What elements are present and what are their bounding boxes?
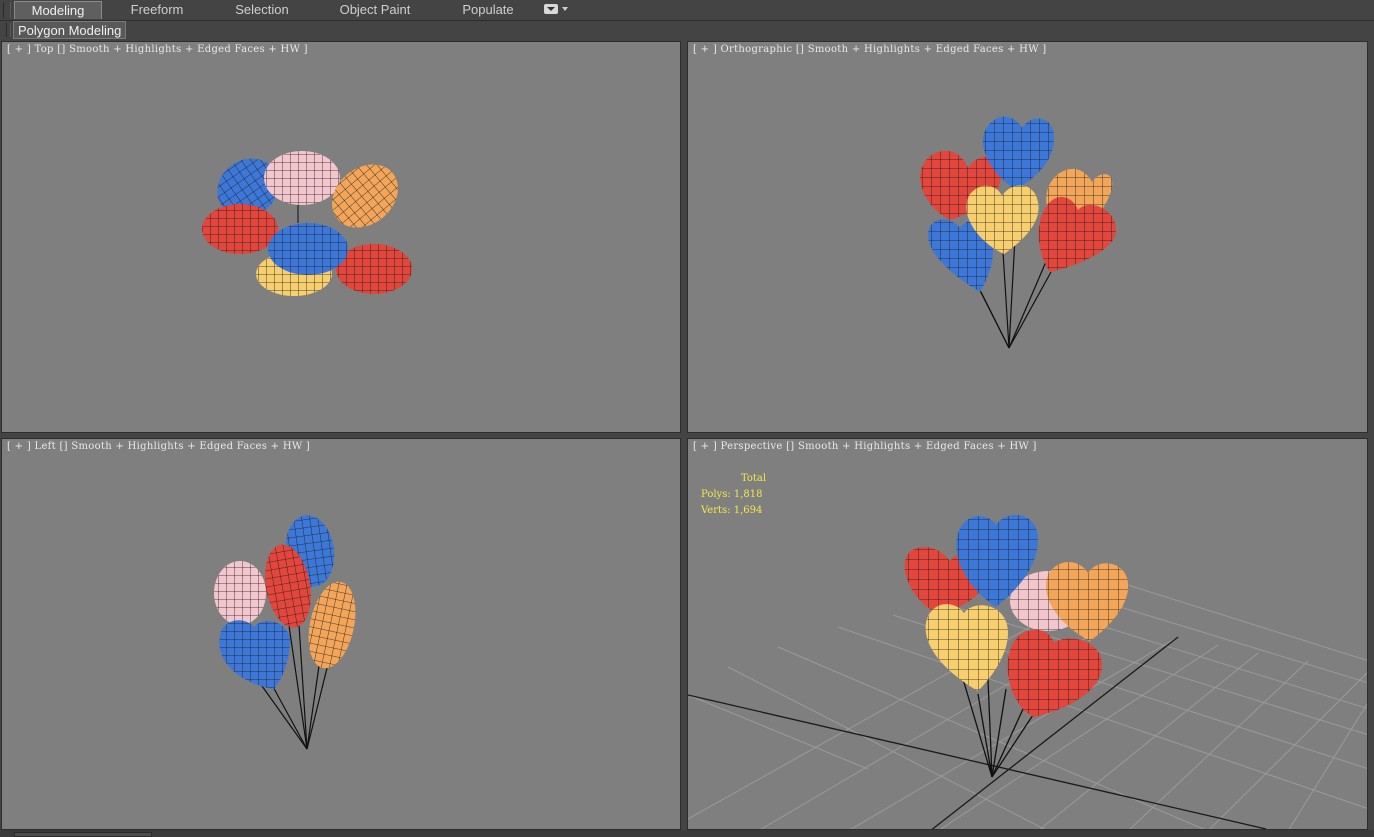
top-balloons-scene — [202, 151, 412, 296]
chevron-down-icon[interactable] — [562, 7, 568, 11]
balloon-group-top — [202, 151, 412, 296]
panel-grip[interactable] — [6, 23, 11, 37]
ortho-balloons-scene — [920, 116, 1116, 349]
viewport-perspective[interactable]: [ + ] Perspective [] Smooth + Highlights… — [687, 438, 1368, 830]
balloon-group-left — [214, 515, 356, 689]
balloon-group-perspective — [904, 514, 1129, 717]
ribbon-panel-row: Polygon Modeling — [0, 21, 1374, 39]
balloon-group-ortho — [920, 116, 1116, 292]
tab-modeling[interactable]: Modeling — [14, 1, 102, 19]
tab-populate[interactable]: Populate — [450, 1, 526, 19]
viewport-orthographic[interactable]: [ + ] Orthographic [] Smooth + Highlight… — [687, 41, 1368, 433]
time-slider[interactable] — [14, 832, 152, 837]
ribbon-grip[interactable] — [3, 2, 11, 18]
tab-selection[interactable]: Selection — [222, 1, 302, 19]
polygon-modeling-panel-button[interactable]: Polygon Modeling — [13, 21, 127, 39]
ribbon-tab-bar: Modeling Freeform Selection Object Paint… — [0, 0, 1374, 21]
tab-object-paint[interactable]: Object Paint — [330, 1, 420, 19]
viewport-top[interactable]: [ + ] Top [] Smooth + Highlights + Edged… — [1, 41, 681, 433]
perspective-balloons-scene — [688, 514, 1367, 829]
tab-freeform[interactable]: Freeform — [118, 1, 196, 19]
time-slider-bar — [0, 830, 1374, 837]
left-balloons-scene — [214, 515, 356, 750]
viewport-left[interactable]: [ + ] Left [] Smooth + Highlights + Edge… — [1, 438, 681, 830]
axis-x-line — [688, 694, 1267, 829]
ribbon-options-dropdown-icon[interactable] — [544, 4, 558, 14]
